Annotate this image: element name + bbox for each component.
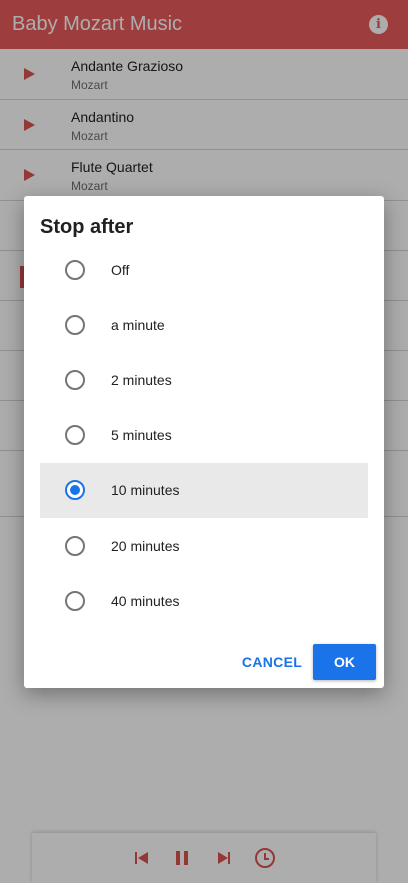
option-label: 5 minutes (111, 427, 172, 444)
dialog-title: Stop after (40, 216, 134, 238)
radio-button[interactable] (65, 259, 85, 280)
radio-button[interactable] (65, 314, 85, 335)
option-label: 10 minutes (111, 482, 180, 499)
option-a-minute[interactable]: a minute (40, 297, 368, 352)
radio-button-selected[interactable] (65, 480, 85, 501)
ok-button[interactable]: OK (313, 644, 376, 680)
option-40-minutes[interactable]: 40 minutes (40, 573, 368, 628)
option-label: a minute (111, 316, 165, 333)
stop-after-dialog: Stop after Off a minute 2 minutes 5 minu… (24, 196, 384, 688)
cancel-button[interactable]: CANCEL (238, 644, 306, 680)
option-label: 40 minutes (111, 592, 180, 609)
option-10-minutes[interactable]: 10 minutes (40, 462, 368, 518)
option-label: 20 minutes (111, 537, 180, 554)
radio-button[interactable] (65, 425, 85, 446)
radio-button[interactable] (65, 369, 85, 390)
option-20-minutes[interactable]: 20 minutes (40, 518, 368, 573)
radio-button[interactable] (65, 590, 85, 611)
option-off[interactable]: Off (40, 242, 368, 297)
option-label: Off (111, 261, 130, 278)
option-5-minutes[interactable]: 5 minutes (40, 408, 368, 463)
option-2-minutes[interactable]: 2 minutes (40, 352, 368, 407)
radio-button[interactable] (65, 535, 85, 556)
timer-options: Off a minute 2 minutes 5 minutes 10 minu… (40, 242, 368, 628)
option-label: 2 minutes (111, 371, 172, 388)
